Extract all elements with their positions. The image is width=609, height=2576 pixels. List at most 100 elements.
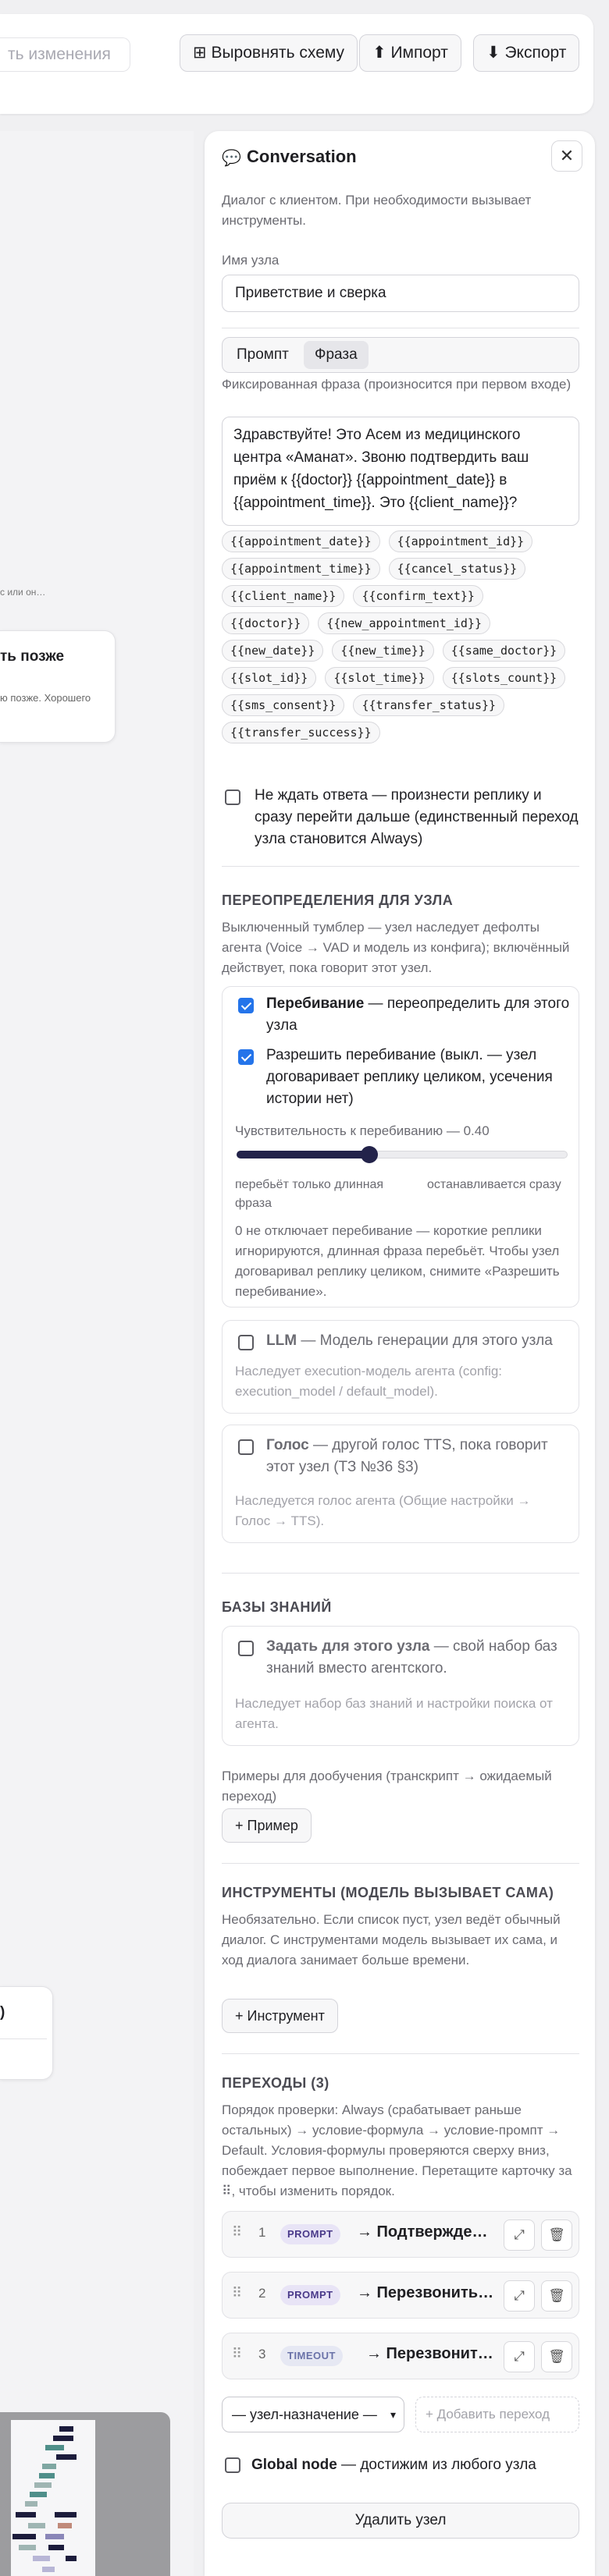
trash-icon[interactable]: 🗑 bbox=[541, 2219, 572, 2251]
divider bbox=[222, 2053, 579, 2054]
variable-chip[interactable]: {{confirm_text}} bbox=[353, 585, 483, 607]
interrupt-override-card: Перебивание — переопределить для этого у… bbox=[222, 986, 579, 1308]
add-tool-button[interactable]: + Инструмент bbox=[222, 1999, 338, 2033]
minimap-viewport bbox=[11, 2420, 95, 2576]
no-wait-label: Не ждать ответа — произнести реплику и с… bbox=[255, 787, 579, 847]
drag-handle-icon[interactable]: ⠿ bbox=[232, 2346, 242, 2362]
transition-type-badge: PROMPT bbox=[280, 2224, 340, 2244]
variable-chip[interactable]: {{doctor}} bbox=[222, 612, 310, 634]
transitions-description: Порядок проверки: Always (срабатывает ра… bbox=[222, 2102, 572, 2198]
mode-phrase-tab[interactable]: Фраза bbox=[304, 341, 369, 369]
llm-override-label: LLM — Модель генерации для этого узла bbox=[266, 1330, 571, 1352]
variable-chips: {{appointment_date}} {{appointment_id}} {{… bbox=[222, 530, 579, 743]
interrupt-override-label: Перебивание — переопределить для этого у… bbox=[266, 993, 571, 1037]
minimap-node bbox=[19, 2545, 36, 2550]
voice-override-label: Голос — другой голос TTS, пока говорит э… bbox=[266, 1435, 571, 1478]
variable-chip[interactable]: {{transfer_status}} bbox=[353, 694, 505, 716]
add-transition-button[interactable]: + Добавить переход bbox=[415, 2397, 579, 2432]
sensitivity-slider-thumb[interactable] bbox=[360, 1146, 378, 1163]
kb-bold-text: Задать для этого узла bbox=[266, 1638, 430, 1655]
trash-icon[interactable]: 🗑 bbox=[541, 2341, 572, 2372]
interrupt-note: 0 не отключает перебивание — короткие ре… bbox=[235, 1223, 560, 1299]
no-wait-checkbox[interactable] bbox=[225, 789, 240, 805]
interrupt-bold-text: Перебивание bbox=[266, 995, 365, 1012]
tools-description: Необязательно. Если список пуст, узел ве… bbox=[222, 1912, 561, 1967]
divider bbox=[222, 866, 579, 867]
voice-bold-text: Голос bbox=[266, 1437, 309, 1453]
variable-chip[interactable]: {{appointment_id}} bbox=[388, 530, 533, 552]
drag-handle-icon[interactable]: ⠿ bbox=[232, 2224, 242, 2241]
flow-canvas[interactable]: с или он… ть позже ю позже. Хорошего ) bbox=[0, 131, 194, 2576]
voice-override-checkbox[interactable] bbox=[238, 1439, 254, 1455]
variable-chip[interactable]: {{same_doctor}} bbox=[442, 640, 566, 662]
drag-handle-icon[interactable]: ⠿ bbox=[232, 2285, 242, 2301]
variable-chip[interactable]: {{slots_count}} bbox=[442, 667, 566, 689]
transition-target: → Перезвонить позже bbox=[366, 2345, 494, 2362]
transition-row[interactable]: ⠿ 3 TIMEOUT → Перезвонить позже ⤢ 🗑 bbox=[222, 2333, 579, 2379]
minimap-node bbox=[45, 2534, 64, 2539]
knowledge-bases-heading: БАЗЫ ЗНАНИЙ bbox=[222, 1599, 332, 1615]
variable-chip[interactable]: {{slot_time}} bbox=[325, 667, 434, 689]
close-icon: ✕ bbox=[559, 146, 575, 165]
chevron-down-icon: ▾ bbox=[390, 2408, 396, 2421]
close-button[interactable]: ✕ bbox=[551, 140, 582, 172]
transition-target: → Подтверждение записи bbox=[357, 2223, 494, 2241]
expand-icon[interactable]: ⤢ bbox=[504, 2219, 535, 2251]
flow-node[interactable]: ) bbox=[0, 1986, 53, 2080]
global-node-rest-text: — достижим из любого узла bbox=[337, 2457, 536, 2473]
kb-override-checkbox[interactable] bbox=[238, 1641, 254, 1656]
top-toolbar: ть изменения ⊞ Выровнять схему ⬆ Импорт … bbox=[0, 14, 593, 114]
target-node-select[interactable]: — узел-назначение — ▾ bbox=[222, 2397, 404, 2432]
variable-chip[interactable]: {{transfer_success}} bbox=[222, 722, 380, 743]
grid-icon: ⊞ bbox=[193, 44, 207, 62]
voice-override-card: Голос — другой голос TTS, пока говорит э… bbox=[222, 1425, 579, 1543]
add-example-button[interactable]: + Пример bbox=[222, 1808, 312, 1843]
minimap-node bbox=[45, 2445, 64, 2450]
interrupt-override-checkbox[interactable] bbox=[238, 998, 254, 1013]
expand-icon[interactable]: ⤢ bbox=[504, 2341, 535, 2372]
minimap-node bbox=[55, 2512, 77, 2517]
llm-override-checkbox[interactable] bbox=[238, 1335, 254, 1350]
import-button[interactable]: ⬆ Импорт bbox=[359, 34, 461, 72]
node-name-label: Имя узла bbox=[222, 253, 280, 268]
export-button[interactable]: ⬇ Экспорт bbox=[473, 34, 580, 72]
phrase-textarea[interactable]: Здравствуйте! Это Асем из медицинского ц… bbox=[222, 417, 579, 526]
delete-node-button[interactable]: Удалить узел bbox=[222, 2503, 579, 2539]
llm-rest-text: — Модель генерации для этого узла bbox=[297, 1332, 553, 1349]
variable-chip[interactable]: {{sms_consent}} bbox=[222, 694, 345, 716]
align-layout-button[interactable]: ⊞ Выровнять схему bbox=[180, 34, 358, 72]
voice-note: Наследуется голос агента (Общие настройк… bbox=[235, 1493, 531, 1528]
transition-row[interactable]: ⠿ 1 PROMPT → Подтверждение записи ⤢ 🗑 bbox=[222, 2211, 579, 2258]
node-name-input[interactable]: Приветствие и сверка bbox=[222, 275, 579, 312]
overrides-heading: ПЕРЕОПРЕДЕЛЕНИЯ ДЛЯ УЗЛА bbox=[222, 892, 454, 908]
save-changes-button[interactable]: ть изменения bbox=[0, 37, 130, 72]
variable-chip[interactable]: {{new_date}} bbox=[222, 640, 324, 662]
sensitivity-label: Чувствительность к перебиванию — 0.40 bbox=[235, 1123, 490, 1138]
variable-chip[interactable]: {{new_appointment_id}} bbox=[318, 612, 490, 634]
flow-node-description: ю позже. Хорошего bbox=[0, 692, 91, 704]
flow-node[interactable]: ть позже ю позже. Хорошего bbox=[0, 630, 116, 743]
minimap-node bbox=[56, 2454, 77, 2460]
variable-chip[interactable]: {{appointment_time}} bbox=[222, 558, 380, 580]
trash-icon[interactable]: 🗑 bbox=[541, 2280, 572, 2312]
global-node-bold-text: Global node bbox=[251, 2457, 337, 2473]
kb-override-label: Задать для этого узла — свой набор баз з… bbox=[266, 1636, 571, 1680]
transition-row[interactable]: ⠿ 2 PROMPT → Перезвонить позже ⤢ 🗑 bbox=[222, 2272, 579, 2319]
transition-target: → Перезвонить позже bbox=[357, 2284, 494, 2301]
minimap-node bbox=[30, 2492, 47, 2497]
mode-prompt-tab[interactable]: Промпт bbox=[226, 341, 300, 369]
llm-override-card: LLM — Модель генерации для этого узла На… bbox=[222, 1320, 579, 1414]
variable-chip[interactable]: {{client_name}} bbox=[222, 585, 345, 607]
variable-chip[interactable]: {{appointment_date}} bbox=[222, 530, 380, 552]
edge-label: с или он… bbox=[0, 587, 46, 598]
global-node-checkbox[interactable] bbox=[225, 2457, 240, 2473]
allow-interrupt-checkbox[interactable] bbox=[238, 1049, 254, 1065]
variable-chip[interactable]: {{slot_id}} bbox=[222, 667, 317, 689]
voice-rest-text: — другой голос TTS, пока говорит этот уз… bbox=[266, 1437, 548, 1475]
expand-icon[interactable]: ⤢ bbox=[504, 2280, 535, 2312]
variable-chip[interactable]: {{new_time}} bbox=[332, 640, 434, 662]
variable-chip[interactable]: {{cancel_status}} bbox=[388, 558, 526, 580]
minimap[interactable] bbox=[0, 2412, 170, 2576]
divider bbox=[222, 1863, 579, 1864]
target-node-select-value: — узел-назначение — bbox=[232, 2407, 377, 2422]
